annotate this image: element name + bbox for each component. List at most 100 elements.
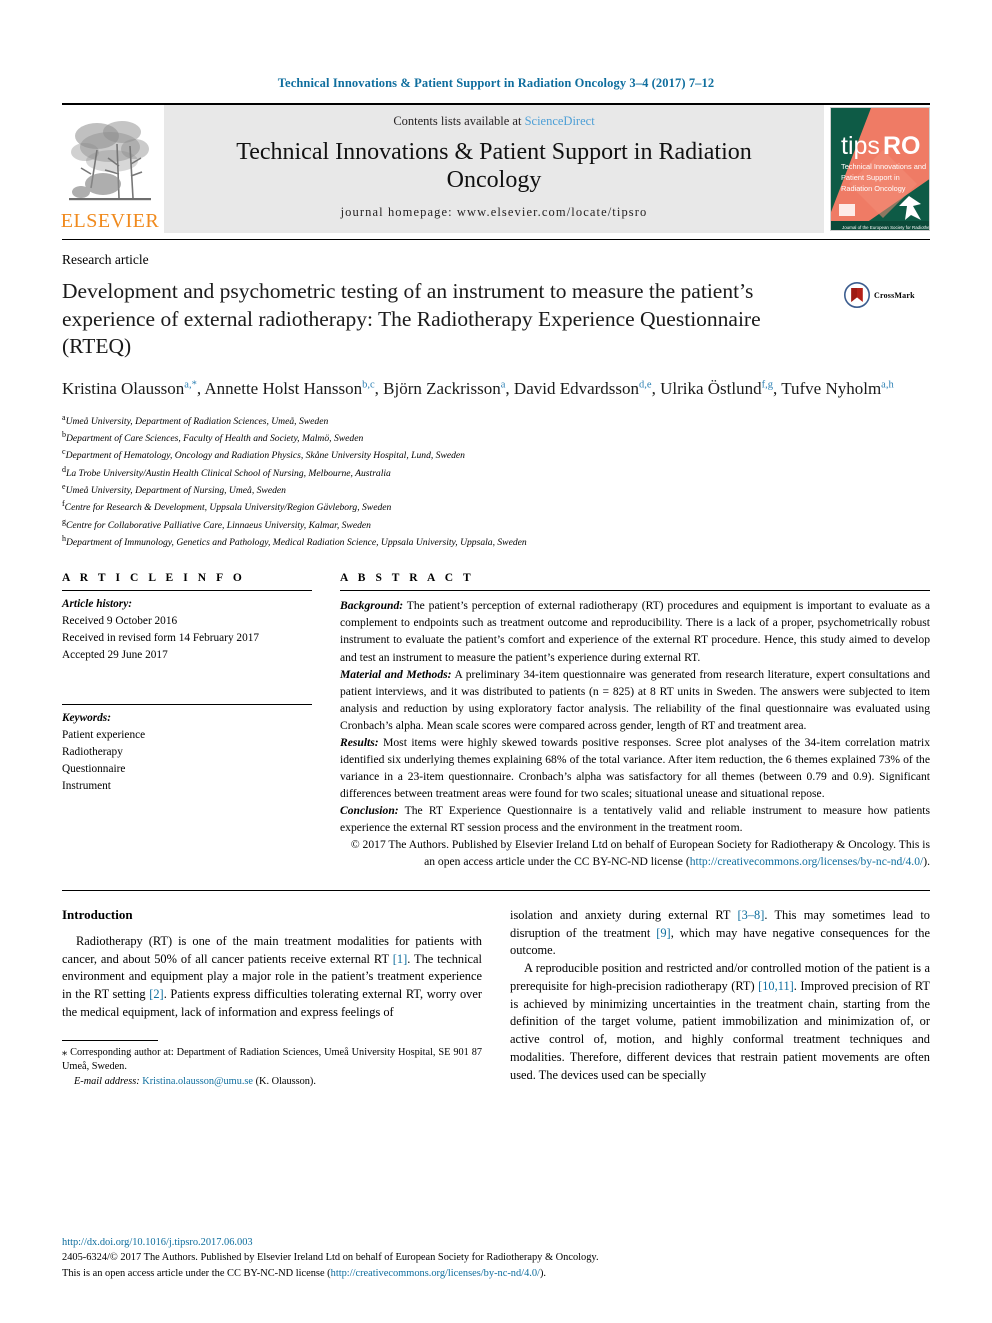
author-affil-marker[interactable]: d,e (639, 379, 652, 390)
page-title: Development and psychometric testing of … (62, 279, 761, 359)
abstract-background-text: The patient’s perception of external rad… (340, 599, 930, 664)
affiliation-text: Umeå University, Department of Radiation… (65, 415, 329, 427)
abstract-results-label: Results: (340, 735, 379, 749)
article-history-block: Article history: Received 9 October 2016… (62, 591, 312, 664)
email-link[interactable]: Kristina.olausson@umu.se (142, 1076, 253, 1087)
cc-license-link[interactable]: http://creativecommons.org/licenses/by-n… (690, 855, 924, 868)
abstract-results: Results: Most items were highly skewed t… (340, 734, 930, 802)
intro-paragraph-right-2: A reproducible position and restricted a… (510, 960, 930, 1084)
citation-ref[interactable]: [1] (393, 952, 407, 966)
keywords-label: Keywords: (62, 712, 111, 725)
contents-prefix: Contents lists available at (393, 114, 525, 128)
affiliation-item: aUmeå University, Department of Radiatio… (62, 412, 930, 429)
affiliation-item: hDepartment of Immunology, Genetics and … (62, 533, 930, 550)
abstract-conclusion: Conclusion: The RT Experience Questionna… (340, 802, 930, 836)
intro-paragraph-right-1: isolation and anxiety during external RT… (510, 907, 930, 960)
author-affil-marker[interactable]: a,* (184, 379, 197, 390)
author-name: Kristina Olausson (62, 378, 185, 398)
email-tail: (K. Olausson). (253, 1075, 316, 1087)
corresponding-text: Corresponding author at: Department of R… (62, 1046, 482, 1073)
author-affil-marker[interactable]: f,g (762, 379, 773, 390)
affiliation-text: Centre for Collaborative Palliative Care… (66, 519, 371, 531)
elsevier-logo: ELSEVIER (60, 105, 160, 233)
affiliation-item: bDepartment of Care Sciences, Faculty of… (62, 429, 930, 446)
section-heading-introduction: Introduction (62, 906, 133, 922)
author-name: Tufve Nyholm (781, 378, 882, 398)
body-column-left: Introduction Radiotherapy (RT) is one of… (62, 907, 482, 1090)
license-prefix: This is an open access article under the… (62, 1267, 331, 1279)
affiliation-list: aUmeå University, Department of Radiatio… (62, 412, 930, 551)
article-history-label: Article history: (62, 598, 132, 611)
journal-title: Technical Innovations & Patient Support … (236, 139, 752, 194)
intro-paragraph-left: Radiotherapy (RT) is one of the main tre… (62, 933, 482, 1022)
license-tail: ). (539, 1267, 547, 1279)
email-footnote: E-mail address: Kristina.olausson@umu.se… (62, 1075, 482, 1090)
author-name: Björn Zackrisson (383, 378, 501, 398)
elsevier-tree-icon (69, 121, 151, 201)
intro-right-a: isolation and anxiety during external RT (510, 907, 738, 922)
article-info-column: A R T I C L E I N F O Article history: R… (62, 572, 312, 870)
citation-ref[interactable]: [3–8] (738, 908, 765, 922)
keyword-item: Questionnaire (62, 762, 126, 775)
author-name: Annette Holst Hansson (204, 378, 363, 398)
elsevier-wordmark: ELSEVIER (60, 210, 160, 232)
abstract-background-label: Background: (340, 599, 404, 613)
abstract-column: A B S T R A C T Background: The patient’… (340, 572, 930, 870)
keywords-block: Keywords: Patient experience Radiotherap… (62, 705, 312, 795)
author-affil-marker[interactable]: a (501, 379, 506, 390)
doi-link[interactable]: http://dx.doi.org/10.1016/j.tipsro.2017.… (62, 1235, 930, 1250)
abstract-copyright: © 2017 The Authors. Published by Elsevie… (340, 836, 930, 870)
issn-copyright-line: 2405-6324/© 2017 The Authors. Published … (62, 1252, 599, 1264)
abstract-heading: A B S T R A C T (340, 572, 475, 585)
info-abstract-section: A R T I C L E I N F O Article history: R… (62, 572, 930, 870)
body-column-right: isolation and anxiety during external RT… (510, 907, 930, 1090)
cover-artwork-icon: tips RO Technical Innovations and Patien… (831, 108, 929, 230)
accepted-date: Accepted 29 June 2017 (62, 649, 168, 662)
keyword-item: Patient experience (62, 729, 146, 742)
footnote-divider (62, 1039, 158, 1041)
abstract-body: Background: The patient’s perception of … (340, 591, 930, 870)
citation-ref[interactable]: [2] (149, 987, 163, 1001)
author-name: David Edvardsson (513, 378, 640, 398)
author-affil-marker[interactable]: b,c (362, 379, 375, 390)
title-row: Development and psychometric testing of … (62, 278, 930, 361)
cc-license-link-footer[interactable]: http://creativecommons.org/licenses/by-n… (331, 1268, 540, 1279)
body-columns: Introduction Radiotherapy (RT) is one of… (62, 907, 930, 1090)
affiliation-item: dLa Trobe University/Austin Health Clini… (62, 464, 930, 481)
article-page: Technical Innovations & Patient Support … (0, 0, 992, 1323)
citation-ref[interactable]: [10,11] (758, 979, 794, 993)
crossmark-badge[interactable]: CrossMark (844, 282, 930, 308)
article-content: Research article Development and psychom… (62, 239, 930, 1089)
abstract-methods: Material and Methods: A preliminary 34-i… (340, 666, 930, 734)
masthead-center: Contents lists available at ScienceDirec… (164, 105, 824, 233)
page-footer: http://dx.doi.org/10.1016/j.tipsro.2017.… (62, 1235, 930, 1281)
intro-right2-b: . Improved precision of RT is achieved b… (510, 978, 930, 1082)
received-date: Received 9 October 2016 (62, 615, 178, 628)
affiliation-item: cDepartment of Hematology, Oncology and … (62, 446, 930, 463)
affiliation-text: Department of Hematology, Oncology and R… (65, 450, 465, 462)
crossmark-label: CrossMark (874, 290, 915, 300)
email-label: E-mail address: (74, 1075, 140, 1087)
running-head: Technical Innovations & Patient Support … (277, 76, 715, 90)
abstract-conclusion-label: Conclusion: (340, 803, 399, 817)
article-info-heading: A R T I C L E I N F O (62, 572, 246, 585)
masthead-divider (62, 239, 930, 240)
journal-cover-thumbnail[interactable]: tips RO Technical Innovations and Patien… (830, 107, 930, 231)
keyword-item: Radiotherapy (62, 746, 123, 759)
affiliation-text: La Trobe University/Austin Health Clinic… (66, 467, 391, 479)
revised-date: Received in revised form 14 February 201… (62, 632, 260, 645)
affiliation-text: Centre for Research & Development, Uppsa… (64, 502, 392, 514)
citation-ref[interactable]: [9] (656, 926, 670, 940)
license-line: This is an open access article under the… (62, 1266, 930, 1281)
affiliation-item: eUmeå University, Department of Nursing,… (62, 481, 930, 498)
svg-text:Patient Support in: Patient Support in (841, 173, 900, 182)
journal-homepage[interactable]: journal homepage: www.elsevier.com/locat… (341, 205, 648, 220)
author-affil-marker[interactable]: a,h (881, 379, 894, 390)
svg-text:tips: tips (841, 132, 880, 160)
affiliation-item: fCentre for Research & Development, Upps… (62, 498, 930, 515)
author-name: Ulrika Östlund (660, 378, 762, 398)
author-list: Kristina Olaussona,*, Annette Holst Hans… (62, 378, 894, 398)
sciencedirect-link[interactable]: ScienceDirect (525, 114, 595, 128)
abstract-conclusion-text: The RT Experience Questionnaire is a ten… (340, 803, 930, 834)
abstract-results-text: Most items were highly skewed towards po… (340, 735, 930, 800)
